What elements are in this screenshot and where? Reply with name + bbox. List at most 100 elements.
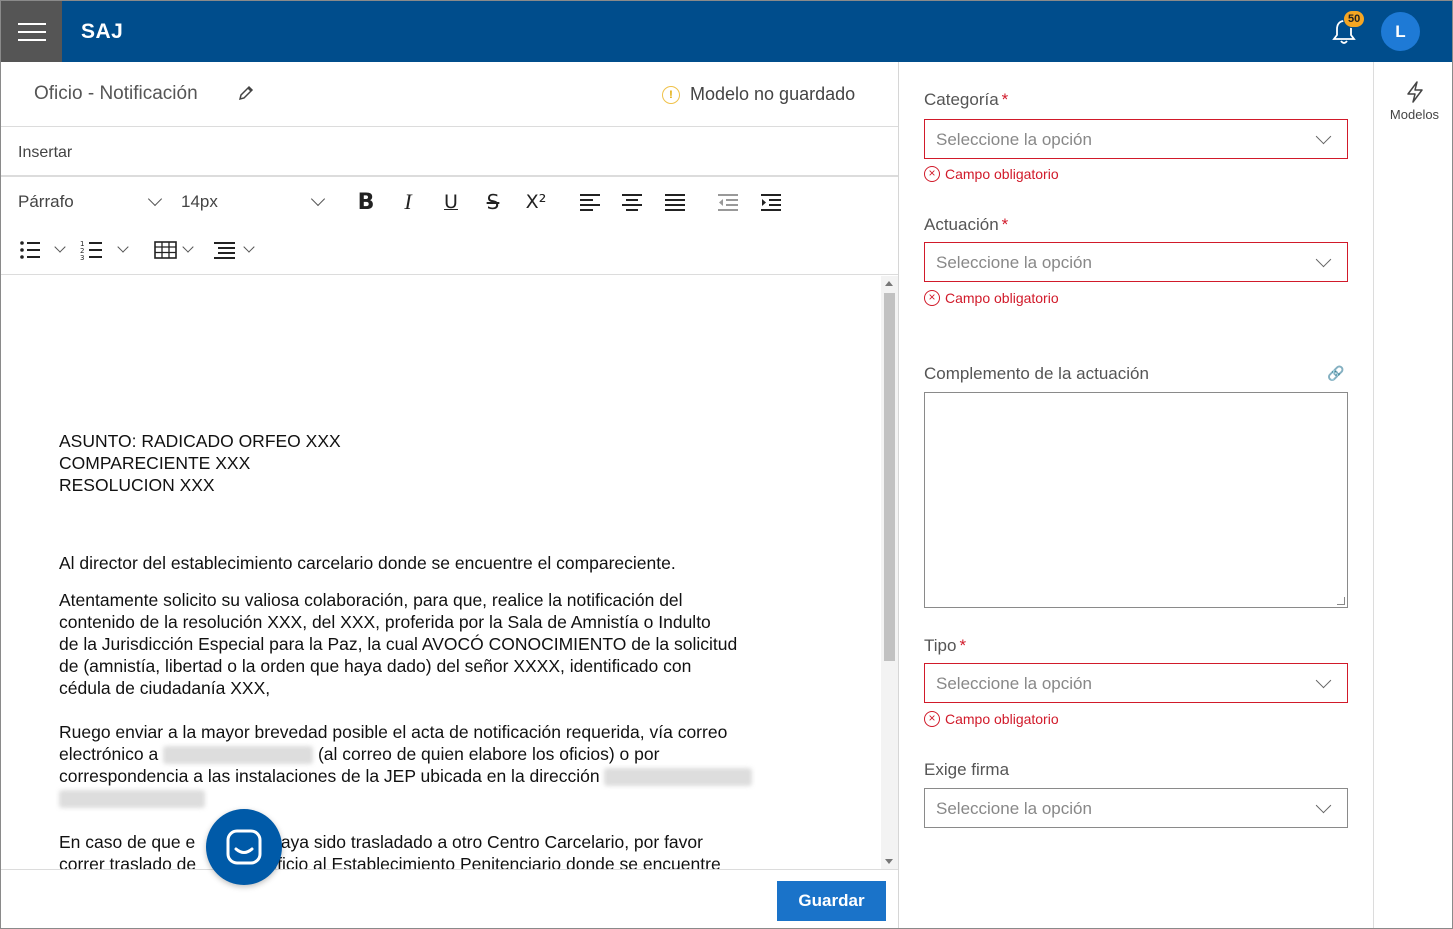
chevron-down-icon	[1315, 672, 1332, 689]
exige-firma-placeholder: Seleccione la opción	[936, 799, 1092, 818]
link-icon[interactable]: 🔗	[1327, 365, 1344, 382]
editor-panel: Oficio - Notificación ! Modelo no guarda…	[1, 62, 899, 928]
align-center-icon[interactable]	[617, 187, 647, 217]
resize-handle-icon[interactable]	[1337, 597, 1345, 605]
warning-icon: !	[662, 86, 680, 104]
error-circle-icon: ×	[924, 290, 940, 306]
editor-menu-bar: Insertar	[1, 127, 898, 177]
underline-icon[interactable]: U	[436, 187, 466, 217]
outdent-icon[interactable]	[713, 187, 743, 217]
chevron-down-icon[interactable]	[243, 241, 255, 253]
bullet-list-icon[interactable]	[15, 235, 45, 265]
bold-icon[interactable]: B	[351, 187, 381, 217]
doc-paragraph: En caso de que e haya sido trasladado a …	[59, 831, 829, 853]
chevron-down-icon	[1315, 797, 1332, 814]
app-brand: SAJ	[81, 20, 124, 43]
tipo-placeholder: Seleccione la opción	[936, 674, 1092, 693]
tipo-select[interactable]: Seleccione la opción	[924, 663, 1348, 703]
categoria-label: Categoría *	[924, 90, 1009, 109]
align-justify-icon[interactable]	[660, 187, 690, 217]
indent-icon[interactable]	[756, 187, 786, 217]
actuacion-error: × Campo obligatorio	[924, 290, 1059, 306]
doc-paragraph: Al director del establecimiento carcelar…	[59, 553, 676, 573]
redacted-email	[163, 746, 314, 765]
notification-badge: 50	[1343, 10, 1366, 28]
chevron-down-icon[interactable]	[117, 241, 129, 253]
top-bar: SAJ 50 L	[1, 1, 1452, 62]
models-label[interactable]: Modelos	[1374, 107, 1452, 122]
lightning-bolt-icon[interactable]	[1404, 80, 1426, 104]
strikethrough-icon[interactable]: S	[478, 187, 508, 217]
doc-text-span: correr traslado de	[59, 854, 197, 869]
doc-paragraph: Atentamente solicito su valiosa colabora…	[59, 590, 683, 610]
block-format-select[interactable]: Párrafo	[18, 192, 74, 212]
table-icon[interactable]	[151, 235, 181, 265]
doc-paragraph: contenido de la resolución XXX, del XXX,…	[59, 612, 711, 632]
doc-text-span: nte oficio al Establecimiento Penitencia…	[238, 854, 721, 869]
chevron-down-icon[interactable]	[54, 241, 66, 253]
chevron-down-icon[interactable]	[182, 241, 194, 253]
categoria-placeholder: Seleccione la opción	[936, 130, 1092, 149]
list-style-icon[interactable]	[210, 235, 240, 265]
doc-paragraph: correr traslado de nte oficio al Establec…	[59, 853, 829, 869]
svg-text:3: 3	[80, 254, 84, 262]
numbered-list-icon[interactable]: 1 2 3	[77, 235, 107, 265]
actuacion-placeholder: Seleccione la opción	[936, 253, 1092, 272]
chat-widget-icon[interactable]	[206, 809, 282, 885]
font-size-select[interactable]: 14px	[181, 192, 218, 212]
doc-text-span: (al correo de quien elabore los oficios)…	[313, 744, 660, 764]
editor-toolbar: Párrafo 14px B I U S X² 1 2 3	[1, 179, 898, 275]
doc-paragraph: cédula de ciudadanía XXX,	[59, 678, 271, 698]
document-body: ASUNTO: RADICADO ORFEO XXX COMPARECIENTE…	[59, 430, 829, 869]
doc-compareciente: COMPARECIENTE XXX	[59, 453, 251, 473]
document-editor[interactable]: ASUNTO: RADICADO ORFEO XXX COMPARECIENTE…	[1, 276, 881, 869]
align-left-icon[interactable]	[575, 187, 605, 217]
metadata-form: Categoría * Seleccione la opción × Campo o…	[899, 62, 1373, 928]
scroll-up-arrow-icon[interactable]	[885, 281, 893, 286]
doc-paragraph: electrónico a (al correo de quien elabor…	[59, 743, 829, 765]
tipo-label: Tipo *	[924, 636, 967, 655]
complemento-textarea[interactable]	[924, 392, 1348, 608]
complemento-label: Complemento de la actuación	[924, 364, 1149, 383]
tipo-error: × Campo obligatorio	[924, 711, 1059, 727]
doc-text-span: haya sido trasladado a otro Centro Carce…	[266, 832, 703, 852]
redacted-address	[604, 768, 753, 787]
error-circle-icon: ×	[924, 711, 940, 727]
doc-resolucion: RESOLUCION XXX	[59, 475, 215, 495]
categoria-select[interactable]: Seleccione la opción	[924, 119, 1348, 159]
doc-text-span: correspondencia a las instalaciones de l…	[59, 766, 605, 786]
edit-pencil-icon[interactable]	[237, 84, 255, 102]
scroll-down-arrow-icon[interactable]	[885, 859, 893, 864]
doc-text-span: electrónico a	[59, 744, 164, 764]
chevron-down-icon[interactable]	[147, 191, 163, 207]
editor-footer: Guardar	[1, 869, 898, 928]
chevron-down-icon	[1315, 251, 1332, 268]
doc-paragraph: Ruego enviar a la mayor brevedad posible…	[59, 722, 728, 742]
error-circle-icon: ×	[924, 166, 940, 182]
doc-paragraph: correspondencia a las instalaciones de l…	[59, 765, 829, 787]
editor-scrollbar[interactable]	[881, 276, 898, 869]
doc-asunto: ASUNTO: RADICADO ORFEO XXX	[59, 431, 341, 451]
actuacion-select[interactable]: Seleccione la opción	[924, 242, 1348, 282]
doc-paragraph	[59, 787, 829, 809]
hamburger-menu-icon[interactable]	[1, 1, 62, 62]
scroll-thumb[interactable]	[884, 293, 895, 661]
exige-firma-select[interactable]: Seleccione la opción	[924, 788, 1348, 828]
categoria-error: × Campo obligatorio	[924, 166, 1059, 182]
chevron-down-icon	[1315, 128, 1332, 145]
app-window: SAJ 50 L Oficio - Notificación ! Modelo …	[0, 0, 1453, 929]
save-button[interactable]: Guardar	[777, 881, 886, 921]
redacted-address	[59, 790, 205, 809]
doc-paragraph: de (amnistía, libertad o la orden que ha…	[59, 656, 692, 676]
actuacion-label: Actuación *	[924, 215, 1009, 234]
italic-icon[interactable]: I	[393, 187, 423, 217]
doc-text-span: En caso de que e	[59, 832, 196, 852]
exige-firma-label: Exige firma	[924, 760, 1010, 779]
chevron-down-icon[interactable]	[310, 191, 326, 207]
menu-insert[interactable]: Insertar	[18, 144, 72, 162]
save-status: Modelo no guardado	[690, 84, 856, 104]
superscript-icon[interactable]: X²	[521, 187, 551, 217]
document-header: Oficio - Notificación ! Modelo no guarda…	[1, 62, 898, 127]
models-side-panel: Modelos	[1373, 62, 1452, 928]
user-avatar[interactable]: L	[1381, 12, 1420, 51]
